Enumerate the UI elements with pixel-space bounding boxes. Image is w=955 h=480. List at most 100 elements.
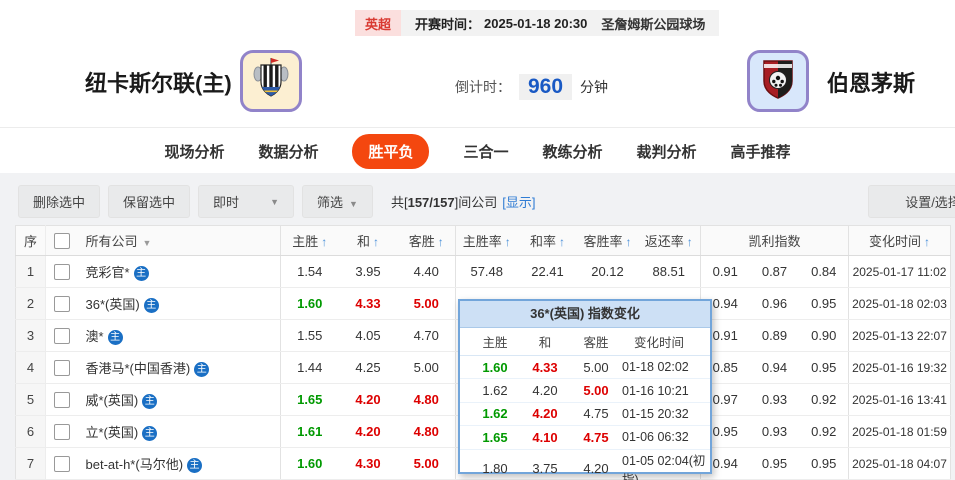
odds-cell[interactable]: 4.40 (397, 255, 456, 288)
row-checkbox[interactable] (53, 263, 70, 280)
row-checkbox[interactable] (53, 455, 70, 472)
popup-odds-value: 5.00 (583, 359, 609, 375)
odds-cell[interactable]: 5.00 (397, 287, 456, 320)
home-badge-icon: 主 (142, 394, 158, 409)
company-name[interactable]: 澳* 主 (77, 319, 281, 352)
odds-cell[interactable]: 4.80 (397, 415, 456, 448)
show-link[interactable]: [显示] (502, 195, 535, 210)
match-info-bar: 英超 开赛时间： 2025-01-18 20:30 圣詹姆斯公园球场 (355, 10, 720, 36)
odds-cell[interactable]: 4.80 (397, 383, 456, 416)
odds-cell[interactable]: 1.60 (280, 287, 339, 320)
sort-asc-icon: ↑ (924, 235, 930, 249)
col-home-rate[interactable]: 主胜率 ↑ (455, 225, 518, 256)
kelly-cell: 0.93 (749, 415, 800, 448)
kelly-cell: 0.91 (700, 255, 750, 288)
rate-cell: 88.51 (637, 255, 701, 288)
popup-odds-value: 4.75 (583, 429, 609, 445)
odds-cell[interactable]: 4.30 (338, 447, 398, 480)
countdown: 倒计时： 960 分钟 (455, 74, 608, 100)
league-badge[interactable]: 英超 (355, 10, 402, 36)
tab-three-in-one[interactable]: 三合一 (463, 141, 508, 162)
odds-cell[interactable]: 4.20 (338, 415, 398, 448)
odds-cell[interactable]: 3.95 (338, 255, 398, 288)
popup-history-row: 1.65 4.10 4.75 01-06 06:32 (460, 426, 710, 450)
change-time: 2025-01-13 22:07 (848, 319, 951, 352)
analysis-content: 删除选中 保留选中 即时 ▼ 筛选 ▼ 共[157/157]间公司 [显示] 设置/选… (0, 173, 955, 480)
col-select-all (45, 225, 78, 256)
keep-selected-button[interactable]: 保留选中 (108, 185, 191, 218)
popup-change-time: 01-05 02:04(初指) (622, 453, 706, 480)
sort-asc-icon: ↑ (373, 235, 379, 249)
kickoff-info: 开赛时间： 2025-01-18 20:30 圣詹姆斯公园球场 (401, 10, 720, 36)
odds-cell[interactable]: 4.25 (338, 351, 398, 384)
countdown-label: 倒计时： (455, 79, 511, 95)
odds-cell[interactable]: 4.20 (338, 383, 398, 416)
row-checkbox[interactable] (53, 391, 70, 408)
row-checkbox[interactable] (53, 359, 70, 376)
col-draw-rate[interactable]: 和率 ↑ (517, 225, 578, 256)
col-payout-rate[interactable]: 返还率 ↑ (637, 225, 701, 256)
change-time: 2025-01-18 01:59 (848, 415, 951, 448)
home-badge-icon: 主 (143, 298, 159, 313)
company-name[interactable]: 威*(英国) 主 (77, 383, 281, 416)
row-checkbox[interactable] (53, 423, 70, 440)
company-name[interactable]: 36*(英国) 主 (77, 287, 281, 320)
tab-live-analysis[interactable]: 现场分析 (164, 141, 224, 162)
odds-cell[interactable]: 1.54 (280, 255, 339, 288)
company-name[interactable]: bet-at-h*(马尔他) 主 (77, 447, 281, 480)
col-kelly: 凯利指数 (700, 225, 849, 256)
row-checkbox-cell (45, 447, 78, 480)
tab-referee-analysis[interactable]: 裁判分析 (637, 141, 697, 162)
tab-win-draw-lose[interactable]: 胜平负 (352, 133, 430, 169)
row-checkbox-cell (45, 255, 78, 288)
row-seq: 7 (15, 447, 46, 480)
popup-col-away-win: 客胜 (583, 336, 609, 350)
popup-change-time: 01-18 02:02 (622, 360, 689, 375)
odds-cell[interactable]: 1.44 (280, 351, 339, 384)
odds-cell[interactable]: 5.00 (397, 351, 456, 384)
kelly-cell: 0.95 (749, 447, 800, 480)
odds-cell[interactable]: 1.55 (280, 319, 339, 352)
odds-cell[interactable]: 1.61 (280, 415, 339, 448)
odds-history-popup: 36*(英国) 指数变化 主胜 和 客胜 变化时间 1.60 4.33 5.00 01… (458, 299, 712, 480)
time-filter-value: 即时 (213, 195, 240, 210)
odds-cell[interactable]: 4.70 (397, 319, 456, 352)
time-filter-dropdown[interactable]: 即时 ▼ (198, 185, 295, 218)
row-checkbox[interactable] (53, 295, 70, 312)
away-team-name: 伯恩茅斯 (827, 71, 916, 96)
col-home-win[interactable]: 主胜 ↑ (280, 225, 339, 256)
odds-cell[interactable]: 4.33 (338, 287, 398, 320)
company-name[interactable]: 立*(英国) 主 (77, 415, 281, 448)
row-seq: 3 (15, 319, 46, 352)
filter-value: 筛选 (317, 195, 344, 210)
tab-coach-analysis[interactable]: 教练分析 (543, 141, 603, 162)
kelly-cell: 0.90 (799, 319, 849, 352)
col-change-time[interactable]: 变化时间 ↑ (848, 225, 951, 256)
filter-dropdown[interactable]: 筛选 ▼ (302, 185, 373, 218)
col-away-rate[interactable]: 客胜率 ↑ (577, 225, 638, 256)
col-company[interactable]: 所有公司 ▼ (77, 225, 281, 256)
col-draw[interactable]: 和 ↑ (338, 225, 398, 256)
table-row: 1 竞彩官* 主 1.54 3.95 4.40 57.48 22.41 20.12 88.51 0.… (15, 255, 951, 288)
odds-cell[interactable]: 1.60 (280, 447, 339, 480)
select-all-checkbox[interactable] (53, 232, 70, 249)
popup-col-draw: 和 (538, 336, 552, 350)
tab-expert-picks[interactable]: 高手推荐 (731, 141, 791, 162)
row-checkbox[interactable] (53, 327, 70, 344)
odds-cell[interactable]: 4.05 (338, 319, 398, 352)
company-name[interactable]: 竞彩官* 主 (77, 255, 281, 288)
company-name[interactable]: 香港马*(中国香港) 主 (77, 351, 281, 384)
settings-select-button[interactable]: 设置/选择 (868, 185, 955, 218)
home-badge-icon: 主 (187, 458, 203, 473)
col-away-win[interactable]: 客胜 ↑ (397, 225, 456, 256)
change-time: 2025-01-18 04:07 (848, 447, 951, 480)
odds-cell[interactable]: 1.65 (280, 383, 339, 416)
popup-change-time: 01-06 06:32 (622, 430, 689, 445)
kelly-cell: 0.95 (799, 287, 849, 320)
row-checkbox-cell (45, 319, 78, 352)
popup-odds-value: 5.00 (583, 383, 609, 399)
row-seq: 6 (15, 415, 46, 448)
delete-selected-button[interactable]: 删除选中 (18, 185, 101, 218)
tab-data-analysis[interactable]: 数据分析 (258, 141, 318, 162)
odds-cell[interactable]: 5.00 (397, 447, 456, 480)
